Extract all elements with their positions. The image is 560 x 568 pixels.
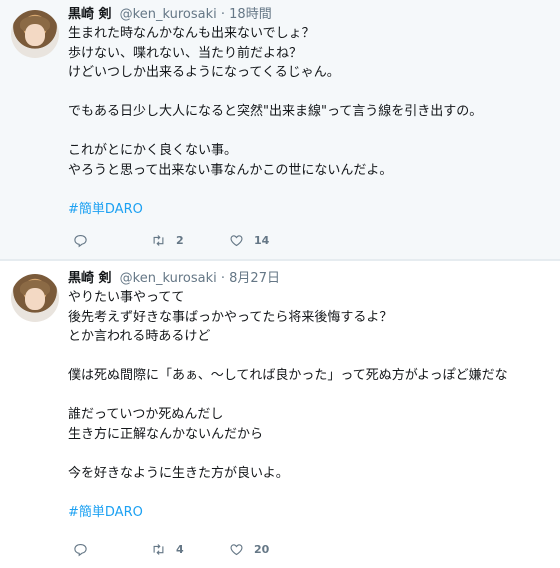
- user-handle[interactable]: @ken_kurosaki: [120, 7, 217, 22]
- like-count: 14: [254, 234, 270, 247]
- tweet-actions: 4 20: [73, 542, 307, 557]
- tweet-line: 歩けない、喋れない、当たり前だよね？: [68, 45, 303, 61]
- retweet-count: 2: [176, 234, 184, 247]
- like-button[interactable]: 14: [229, 233, 307, 248]
- tweet-line-blank: [68, 83, 482, 103]
- avatar-face: [25, 24, 45, 46]
- tweet-line: でもある日少し大人になると突然"出来ま線"って言う線を引き出すの。: [68, 104, 483, 119]
- tweet-text: 生まれた時なんかなんも出来ないでしょ？ 歩けない、喋れない、当たり前だよね？ け…: [68, 24, 482, 219]
- like-count: 20: [254, 543, 270, 556]
- retweet-icon: [153, 235, 164, 246]
- retweet-button[interactable]: 2: [151, 233, 229, 248]
- tweet-line: やろうと思って出来ない事なんかこの世にないんだよ。: [68, 162, 393, 178]
- tweet-line: これがとにかく良くない事。: [68, 143, 238, 158]
- tweet-text: やりたい事やってて 後先考えず好きな事ばっかやってたら将来後悔するよ？ とか言わ…: [68, 288, 508, 522]
- heart-icon: [230, 544, 243, 556]
- reply-icon: [74, 234, 87, 248]
- tweet-header: 黒崎 剣 @ken_kurosaki · 18時間: [68, 6, 272, 24]
- tweet-line: とか言われる時あるけど: [68, 329, 211, 344]
- tweet-line-blank: [68, 444, 508, 464]
- tweet-header: 黒崎 剣 @ken_kurosaki · 8月27日: [68, 270, 280, 288]
- retweet-count: 4: [176, 543, 184, 556]
- tweet[interactable]: 黒崎 剣 @ken_kurosaki · 8月27日 やりたい事やってて 後先考…: [0, 261, 560, 568]
- tweet-line-blank: [68, 180, 482, 200]
- tweet[interactable]: 黒崎 剣 @ken_kurosaki · 18時間 生まれた時なんかなんも出来な…: [0, 0, 560, 259]
- tweet-line: けどいつしか出来るようになってくるじゃん。: [68, 65, 340, 80]
- tweet-line: 僕は死ぬ間際に「あぁ、〜してれば良かった」って死ぬ方がよっぽど嫌だな: [68, 368, 508, 383]
- tweet-line: 生き方に正解なんかないんだから: [68, 426, 264, 442]
- like-button[interactable]: 20: [229, 542, 307, 557]
- retweet-button[interactable]: 4: [151, 542, 229, 557]
- avatar-face: [25, 288, 45, 310]
- hashtag-link[interactable]: #簡単DARO: [68, 200, 482, 220]
- reply-button[interactable]: [73, 233, 151, 248]
- avatar[interactable]: [11, 274, 59, 322]
- tweet-actions: 2 14: [73, 233, 307, 248]
- tweet-line: 生まれた時なんかなんも出来ないでしょ？: [68, 26, 315, 41]
- avatar[interactable]: [11, 10, 59, 58]
- user-handle[interactable]: @ken_kurosaki: [120, 271, 217, 286]
- timestamp[interactable]: 18時間: [229, 7, 272, 22]
- tweet-line: やりたい事やってて: [68, 290, 185, 305]
- tweet-line-blank: [68, 122, 482, 142]
- tweet-line-blank: [68, 386, 508, 406]
- tweet-line-blank: [68, 347, 508, 367]
- tweet-line: 後先考えず好きな事ばっかやってたら将来後悔するよ？: [68, 309, 393, 325]
- reply-icon: [74, 543, 87, 557]
- heart-icon: [230, 235, 243, 247]
- display-name[interactable]: 黒崎 剣: [68, 7, 112, 22]
- separator-dot: ·: [220, 7, 226, 22]
- timestamp[interactable]: 8月27日: [229, 271, 280, 286]
- tweet-line: 今を好きなように生きた方が良いよ。: [68, 465, 289, 481]
- separator-dot: ·: [220, 271, 226, 286]
- display-name[interactable]: 黒崎 剣: [68, 271, 112, 286]
- tweet-line: 誰だっていつか死ぬんだし: [68, 407, 224, 422]
- hashtag-link[interactable]: #簡単DARO: [68, 503, 508, 523]
- tweet-line-blank: [68, 483, 508, 503]
- retweet-icon: [153, 544, 164, 555]
- reply-button[interactable]: [73, 542, 151, 557]
